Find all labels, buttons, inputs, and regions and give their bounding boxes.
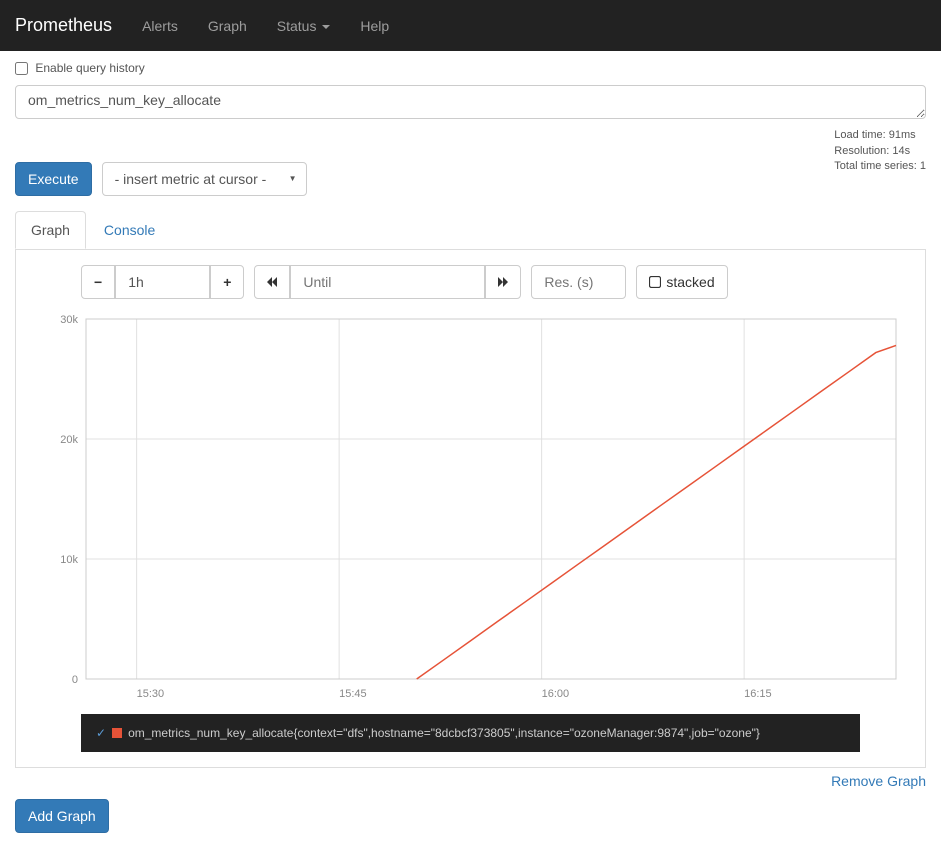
unchecked-icon: [649, 276, 661, 288]
svg-text:10k: 10k: [60, 554, 78, 566]
brand-link[interactable]: Prometheus: [15, 0, 127, 51]
tab-graph[interactable]: Graph: [15, 211, 86, 249]
nav-help[interactable]: Help: [345, 3, 404, 49]
range-input[interactable]: [115, 265, 210, 299]
caret-down-icon: [322, 25, 330, 29]
nav-status[interactable]: Status: [262, 3, 346, 49]
stat-load-time: Load time: 91ms: [834, 128, 926, 143]
enable-history-label[interactable]: Enable query history: [15, 51, 926, 85]
stat-total-series: Total time series: 1: [834, 159, 926, 174]
legend-series-label: om_metrics_num_key_allocate{context="dfs…: [128, 726, 760, 740]
resolution-input[interactable]: [531, 265, 626, 299]
svg-text:30k: 30k: [60, 314, 78, 326]
enable-history-checkbox[interactable]: [15, 62, 28, 75]
enable-history-text: Enable query history: [35, 61, 144, 75]
chart-svg[interactable]: 0 10k 20k 30k 15:30 15:45 16:00 16:15: [31, 309, 911, 709]
until-group: [254, 265, 521, 299]
query-stats: Load time: 91ms Resolution: 14s Total ti…: [834, 128, 926, 174]
time-forward-button[interactable]: [485, 265, 521, 299]
svg-text:15:45: 15:45: [339, 688, 367, 700]
until-input[interactable]: [290, 265, 485, 299]
metric-select-wrapper: - insert metric at cursor -: [102, 162, 307, 196]
svg-text:16:15: 16:15: [744, 688, 772, 700]
legend-check-icon: ✓: [96, 726, 106, 740]
svg-text:0: 0: [72, 674, 78, 686]
navbar: Prometheus Alerts Graph Status Help: [0, 0, 941, 51]
chart: 0 10k 20k 30k 15:30 15:45 16:00 16:15: [31, 309, 910, 709]
legend-swatch: [112, 728, 122, 738]
svg-text:15:30: 15:30: [137, 688, 165, 700]
stat-resolution: Resolution: 14s: [834, 144, 926, 159]
view-tabs: Graph Console: [15, 211, 926, 250]
range-increase-button[interactable]: +: [210, 265, 244, 299]
nav-list: Alerts Graph Status Help: [127, 3, 404, 49]
tab-console[interactable]: Console: [88, 211, 171, 249]
range-decrease-button[interactable]: −: [81, 265, 115, 299]
query-controls: Execute - insert metric at cursor -: [15, 162, 834, 196]
stacked-label: stacked: [666, 272, 714, 292]
execute-button[interactable]: Execute: [15, 162, 92, 196]
query-expression-input[interactable]: om_metrics_num_key_allocate: [15, 85, 926, 119]
legend[interactable]: ✓ om_metrics_num_key_allocate{context="d…: [81, 714, 860, 752]
remove-graph-link[interactable]: Remove Graph: [831, 773, 926, 789]
metric-select[interactable]: - insert metric at cursor -: [102, 162, 307, 196]
tab-content: − + stacked 010k20k30k15:3015:4516:0016:: [15, 250, 926, 768]
range-group: − +: [81, 265, 244, 299]
time-back-button[interactable]: [254, 265, 290, 299]
forward-icon: [498, 277, 508, 287]
add-graph-button[interactable]: Add Graph: [15, 799, 109, 833]
graph-controls: − + stacked: [81, 265, 910, 299]
stacked-toggle-button[interactable]: stacked: [636, 265, 727, 299]
nav-status-label: Status: [277, 18, 317, 34]
svg-text:20k: 20k: [60, 434, 78, 446]
nav-graph[interactable]: Graph: [193, 3, 262, 49]
svg-text:16:00: 16:00: [542, 688, 570, 700]
rewind-icon: [267, 277, 277, 287]
nav-alerts[interactable]: Alerts: [127, 3, 193, 49]
